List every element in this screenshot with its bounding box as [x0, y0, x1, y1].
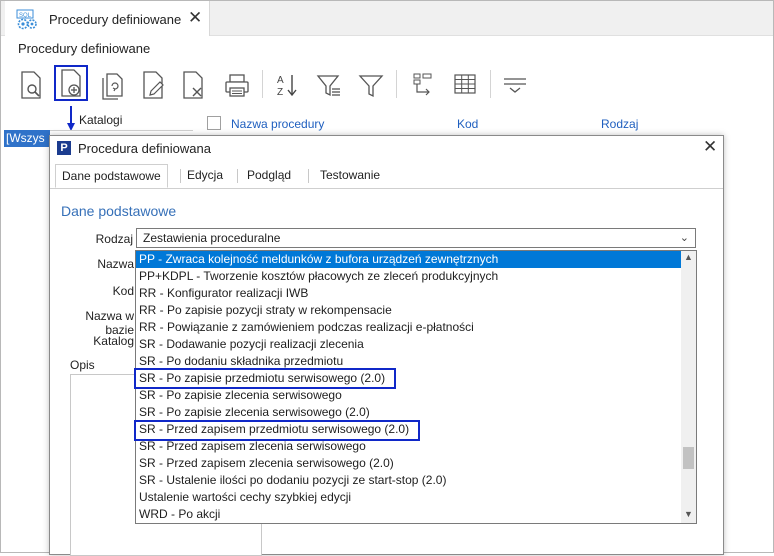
tab-testowanie[interactable]: Testowanie [314, 164, 386, 188]
close-icon[interactable]: ✕ [703, 137, 717, 157]
new-document-button[interactable] [54, 65, 88, 101]
toolbar-separator [262, 70, 263, 98]
column-header-code[interactable]: Kod [457, 117, 478, 131]
opis-label: Opis [70, 358, 95, 372]
toolbar-separator [396, 70, 397, 98]
filter-advanced-icon [316, 75, 340, 97]
delete-document-button[interactable] [176, 66, 210, 104]
grid-header: Nazwa procedury Kod Rodzaj [207, 114, 767, 134]
tree-icon [413, 73, 432, 96]
dropdown-option[interactable]: RR - Powiązanie z zamówieniem podczas re… [136, 319, 682, 336]
tab-label: Podgląd [247, 168, 292, 182]
preview-icon [21, 71, 41, 99]
catalog-item-all[interactable]: [Wszys [4, 130, 50, 147]
filter-icon [358, 75, 384, 98]
dropdown-option[interactable]: Ustalenie wartości cechy szybkiej edycji [136, 489, 682, 506]
rodzaj-select[interactable]: Zestawienia proceduralne ⌄ [136, 228, 696, 248]
dialog-title: Procedura definiowana [78, 141, 211, 156]
sort-az-icon: A Z [277, 75, 297, 98]
dropdown-option[interactable]: PP - Zwraca kolejność meldunków z bufora… [136, 251, 682, 268]
rodzaj-label: Rodzaj [95, 232, 133, 246]
chevron-down-icon[interactable]: ▼ [684, 509, 693, 519]
edit-document-icon [143, 71, 164, 99]
menu-icon [504, 78, 526, 93]
select-all-checkbox[interactable] [207, 116, 221, 130]
dropdown-option[interactable]: SR - Po zapisie zlecenia serwisowego [136, 387, 682, 404]
chevron-down-icon[interactable]: ⌄ [680, 231, 689, 244]
catalogs-label: Katalogi [79, 113, 123, 127]
dropdown-option[interactable]: RR - Po zapisie pozycji straty w rekompe… [136, 302, 682, 319]
app-logo-icon: P [57, 141, 71, 155]
catalogs-header: Katalogi [5, 112, 193, 131]
dropdown-option[interactable]: SR - Dodawanie pozycji realizacji zlecen… [136, 336, 682, 353]
tab-label: Testowanie [320, 168, 381, 182]
print-icon [225, 74, 249, 97]
sort-button[interactable]: A Z [270, 66, 304, 104]
close-icon[interactable]: ✕ [188, 8, 202, 28]
column-header-name[interactable]: Nazwa procedury [231, 117, 324, 131]
copy-document-icon [102, 73, 123, 100]
tab-dane-podstawowe[interactable]: Dane podstawowe [55, 164, 168, 188]
tab-edycja[interactable]: Edycja [181, 164, 229, 188]
preview-button[interactable] [14, 66, 48, 104]
toolbar-separator [490, 70, 491, 98]
grid-icon [454, 74, 476, 94]
dropdown-option[interactable]: SR - Ustalenie ilości po dodaniu pozycji… [136, 472, 682, 489]
dropdown-option[interactable]: SR - Po zapisie zlecenia serwisowego (2.… [136, 404, 682, 421]
svg-text:Z: Z [277, 87, 283, 98]
scrollbar-thumb[interactable] [683, 447, 694, 469]
menu-button[interactable] [498, 66, 532, 104]
delete-document-icon [183, 71, 203, 99]
document-tab[interactable]: SQL Procedury definiowane ✕ [5, 1, 210, 36]
dropdown-option[interactable]: RR - Konfigurator realizacji IWB [136, 285, 682, 302]
tree-button[interactable] [406, 66, 440, 104]
svg-text:SQL: SQL [19, 13, 32, 19]
dropdown-scrollbar[interactable]: ▲ ▼ [681, 251, 696, 523]
column-header-type[interactable]: Rodzaj [601, 117, 638, 131]
document-tab-title: Procedury definiowane [49, 12, 182, 27]
document-tab-strip: SQL Procedury definiowane ✕ [1, 1, 773, 36]
new-document-icon [61, 69, 81, 97]
tab-label: Edycja [187, 168, 224, 182]
chevron-up-icon[interactable]: ▲ [684, 252, 693, 262]
dropdown-option[interactable]: PP+KDPL - Tworzenie kosztów płacowych ze… [136, 268, 682, 285]
page-title: Procedury definiowane [18, 41, 151, 56]
copy-document-button[interactable] [96, 66, 130, 104]
grid-button[interactable] [448, 66, 482, 104]
section-title: Dane podstawowe [61, 203, 177, 219]
tab-separator [308, 169, 309, 183]
highlight-box [134, 420, 420, 441]
highlight-box [134, 368, 396, 389]
filter-button[interactable] [354, 66, 388, 104]
dropdown-option[interactable]: WRD - Po akcji [136, 506, 682, 523]
dropdown-option[interactable]: SR - Przed zapisem zlecenia serwisowego … [136, 455, 682, 472]
sql-gear-icon: SQL [15, 9, 39, 34]
edit-document-button[interactable] [136, 66, 170, 104]
tab-separator [237, 169, 238, 183]
nazwa-label: Nazwa [97, 257, 134, 271]
katalog-label: Katalog [93, 334, 134, 348]
svg-text:A: A [277, 75, 284, 86]
print-button[interactable] [220, 66, 254, 104]
dialog-tabs: Dane podstawowe Edycja Podgląd Testowani… [50, 164, 723, 189]
nazwa-w-bazie-label: Nazwa w bazie [85, 309, 134, 337]
tab-podglad[interactable]: Podgląd [241, 164, 297, 188]
tab-label: Dane podstawowe [62, 169, 161, 183]
kod-label: Kod [112, 284, 134, 298]
advanced-filter-button[interactable] [312, 66, 346, 104]
dialog-titlebar: P Procedura definiowana ✕ [50, 136, 723, 160]
rodzaj-value: Zestawienia proceduralne [143, 231, 281, 245]
